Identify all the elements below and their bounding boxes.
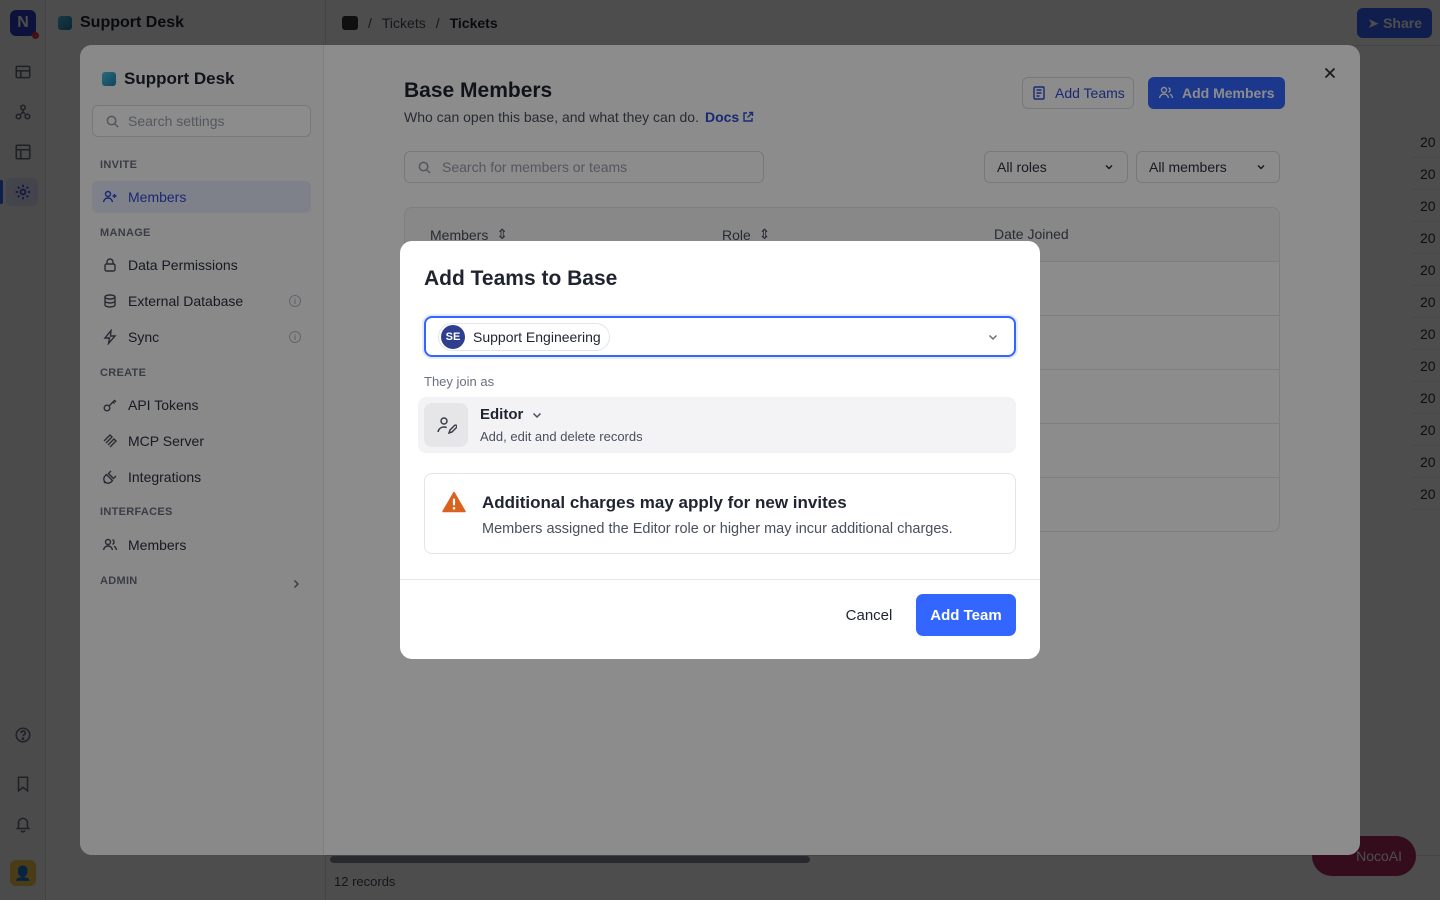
- team-name: Support Engineering: [473, 328, 601, 345]
- selected-team-chip[interactable]: SE Support Engineering: [438, 322, 610, 351]
- role-name: Editor: [480, 406, 524, 423]
- warning-text: Members assigned the Editor role or high…: [482, 521, 953, 537]
- add-team-button[interactable]: Add Team: [916, 594, 1016, 636]
- role-dropdown[interactable]: Editor: [480, 406, 543, 423]
- team-select-field[interactable]: SE Support Engineering: [424, 316, 1016, 357]
- role-select-card[interactable]: Editor Add, edit and delete records: [418, 397, 1016, 453]
- charges-warning: Additional charges may apply for new inv…: [424, 473, 1016, 554]
- chevron-down-icon: [533, 412, 542, 418]
- editor-role-icon: [424, 403, 468, 447]
- team-avatar: SE: [441, 324, 465, 349]
- chevron-down-icon[interactable]: [986, 330, 1000, 344]
- role-description: Add, edit and delete records: [480, 429, 643, 444]
- add-teams-dialog: Add Teams to Base SE Support Engineering…: [400, 241, 1040, 659]
- warning-title: Additional charges may apply for new inv…: [482, 493, 847, 512]
- dialog-title: Add Teams to Base: [424, 267, 618, 290]
- warning-icon: [442, 491, 466, 513]
- dialog-divider: [400, 579, 1040, 580]
- cancel-button[interactable]: Cancel: [836, 595, 902, 636]
- join-role-label: They join as: [424, 374, 495, 389]
